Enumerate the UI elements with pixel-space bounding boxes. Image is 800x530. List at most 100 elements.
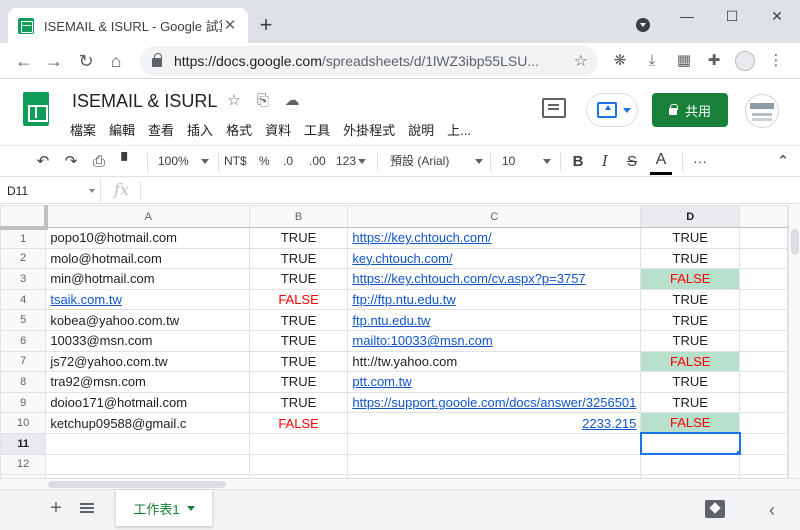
- cell-e[interactable]: [739, 391, 788, 414]
- account-avatar[interactable]: [745, 94, 779, 128]
- cell-c[interactable]: https://key.chtouch.com/cv.aspx?p=3757: [347, 268, 642, 290]
- cell-d[interactable]: FALSE: [640, 268, 741, 290]
- cell-e[interactable]: [739, 268, 788, 290]
- font-size-select[interactable]: 10: [502, 146, 552, 177]
- cell-d[interactable]: [639, 432, 741, 456]
- present-button[interactable]: [586, 93, 638, 127]
- cell-b[interactable]: [248, 453, 349, 476]
- cell-d[interactable]: TRUE: [640, 309, 741, 331]
- close-icon[interactable]: ✕: [222, 17, 238, 34]
- cell-b[interactable]: TRUE: [248, 309, 349, 331]
- cell-e[interactable]: [739, 453, 788, 476]
- cell-link[interactable]: ptt.com.tw: [352, 374, 411, 389]
- explore-icon[interactable]: [705, 500, 725, 518]
- cell-link[interactable]: 2233.215: [582, 416, 636, 431]
- name-box[interactable]: D11: [0, 178, 101, 204]
- document-title[interactable]: ISEMAIL & ISURL: [72, 91, 217, 112]
- move-folder-icon[interactable]: ⎘: [253, 91, 273, 111]
- cell-e[interactable]: [739, 350, 788, 373]
- undo-icon[interactable]: ↶: [32, 146, 54, 177]
- address-bar[interactable]: https://docs.google.com/spreadsheets/d/1…: [140, 46, 598, 76]
- cell-d[interactable]: FALSE: [640, 412, 741, 434]
- cell-e[interactable]: [739, 227, 788, 249]
- all-sheets-icon[interactable]: [80, 503, 94, 505]
- vertical-scrollbar[interactable]: [788, 205, 800, 478]
- cell-link[interactable]: mailto:10033@msn.com: [352, 333, 492, 348]
- cell-b[interactable]: TRUE: [248, 247, 349, 270]
- cell-e[interactable]: [739, 309, 788, 331]
- url-text[interactable]: https://docs.google.com/spreadsheets/d/1…: [174, 53, 574, 69]
- cell-d[interactable]: TRUE: [640, 247, 741, 270]
- cell-c[interactable]: https://support.gooole.com/docs/answer/3…: [347, 391, 642, 414]
- cell-link[interactable]: https://key.chtouch.com/cv.aspx?p=3757: [352, 271, 585, 286]
- star-icon[interactable]: ☆: [224, 91, 244, 111]
- cell-c[interactable]: [347, 432, 642, 455]
- menu-file[interactable]: 檔案: [70, 120, 96, 139]
- cell-b[interactable]: TRUE: [248, 227, 349, 249]
- cell-link[interactable]: https://key.chtouch.com/: [352, 230, 491, 245]
- cell-a[interactable]: tra92@msn.com: [45, 371, 250, 393]
- more-options-icon[interactable]: ···: [690, 146, 710, 177]
- cell-e[interactable]: [739, 329, 788, 352]
- row-header[interactable]: 7: [0, 350, 47, 373]
- cell-e[interactable]: [739, 412, 788, 434]
- comment-history-icon[interactable]: [542, 98, 566, 118]
- browser-menu-icon[interactable]: ⋮: [766, 51, 786, 71]
- strikethrough-button[interactable]: S: [625, 146, 639, 177]
- sheets-logo-icon[interactable]: [23, 92, 49, 126]
- cell-a[interactable]: ketchup09588@gmail.c: [45, 412, 250, 434]
- cell-b[interactable]: TRUE: [248, 391, 349, 414]
- new-tab-icon[interactable]: +: [254, 13, 278, 37]
- cell-d[interactable]: TRUE: [640, 288, 741, 311]
- extension-icon[interactable]: ❋: [610, 51, 630, 71]
- menu-addons[interactable]: 外掛程式: [343, 120, 395, 139]
- sheet-tab-active[interactable]: 工作表1: [116, 490, 212, 526]
- cell-a[interactable]: 10033@msn.com: [45, 329, 250, 352]
- chevron-left-icon[interactable]: ‹: [764, 500, 780, 520]
- decrease-decimal-button[interactable]: .0: [283, 146, 293, 177]
- cell-link[interactable]: ftp://ftp.ntu.edu.tw: [352, 292, 455, 307]
- share-button[interactable]: 共用: [652, 93, 728, 127]
- tab-search-icon[interactable]: [636, 18, 650, 32]
- paint-format-icon[interactable]: ▘: [116, 146, 138, 177]
- cell-d[interactable]: TRUE: [640, 329, 741, 352]
- row-header[interactable]: 9: [0, 391, 47, 414]
- more-formats-button[interactable]: 123: [336, 146, 367, 177]
- row-header[interactable]: 8: [0, 371, 47, 393]
- fill-handle[interactable]: [735, 450, 738, 453]
- cell-e[interactable]: [739, 432, 788, 455]
- cell-c[interactable]: [347, 453, 642, 476]
- cell-a[interactable]: doioo171@hotmail.com: [45, 391, 250, 414]
- cell-d[interactable]: [640, 453, 741, 476]
- cell-a[interactable]: js72@yahoo.com.tw: [45, 350, 250, 373]
- cell-b[interactable]: TRUE: [248, 371, 349, 393]
- menu-format[interactable]: 格式: [226, 120, 252, 139]
- horizontal-scrollbar[interactable]: [0, 478, 800, 489]
- cell-e[interactable]: [739, 288, 788, 311]
- cell-b[interactable]: TRUE: [248, 350, 349, 373]
- cell-c[interactable]: mailto:10033@msn.com: [347, 329, 642, 352]
- select-all-corner[interactable]: [0, 205, 48, 230]
- redo-icon[interactable]: ↷: [60, 146, 82, 177]
- row-header[interactable]: 10: [0, 412, 47, 434]
- cell-a[interactable]: molo@hotmail.com: [45, 247, 250, 270]
- cell-e[interactable]: [739, 371, 788, 393]
- collapse-menus-icon[interactable]: ⌃: [772, 146, 794, 177]
- menu-help[interactable]: 說明: [408, 120, 434, 139]
- zoom-select[interactable]: 100%: [158, 146, 209, 177]
- download-icon[interactable]: ⤓: [642, 51, 662, 71]
- bookmark-star-icon[interactable]: ☆: [574, 51, 588, 71]
- cell-b[interactable]: TRUE: [248, 329, 349, 352]
- lock-icon[interactable]: [152, 53, 162, 67]
- cell-a[interactable]: tsaik.com.tw: [45, 288, 250, 311]
- cell-link[interactable]: tsaik.com.tw: [50, 292, 122, 307]
- add-sheet-icon[interactable]: +: [46, 498, 66, 518]
- menu-insert[interactable]: 插入: [187, 120, 213, 139]
- column-header-a[interactable]: A: [45, 205, 250, 228]
- row-header[interactable]: 12: [0, 453, 47, 476]
- cell-d[interactable]: FALSE: [640, 350, 741, 373]
- cell-a[interactable]: popo10@hotmail.com: [45, 227, 250, 249]
- cell-c[interactable]: ftp.ntu.edu.tw: [347, 309, 642, 331]
- menu-tools[interactable]: 工具: [304, 120, 330, 139]
- cell-b[interactable]: TRUE: [248, 268, 349, 290]
